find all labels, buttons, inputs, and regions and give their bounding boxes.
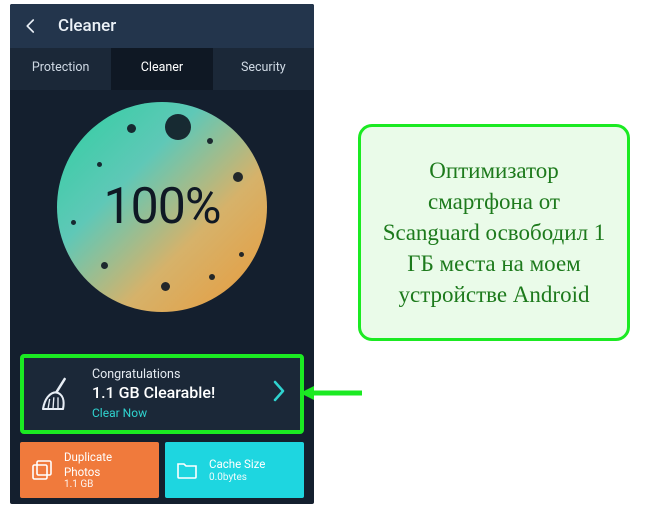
speck-icon: [97, 162, 102, 167]
result-congrats: Congratulations: [92, 367, 272, 383]
speck-icon: [161, 282, 170, 291]
clear-now-link[interactable]: Clear Now: [92, 406, 272, 422]
app-title: Cleaner: [58, 16, 116, 36]
speck-icon: [209, 274, 215, 280]
tab-protection[interactable]: Protection: [10, 48, 111, 90]
bottom-tiles: Duplicate Photos 1.1 GB Cache Size 0.0by…: [20, 442, 304, 498]
tile-duplicate-photos[interactable]: Duplicate Photos 1.1 GB: [20, 442, 159, 498]
speck-icon: [207, 138, 213, 144]
tile-value: 1.1 GB: [64, 479, 149, 490]
tile-cache-size[interactable]: Cache Size 0.0bytes: [165, 442, 304, 498]
speck-icon: [71, 220, 76, 225]
tile-label: Cache Size: [209, 457, 265, 471]
tab-security[interactable]: Security: [213, 48, 314, 90]
tab-bar: Protection Cleaner Security: [10, 48, 314, 90]
result-text: Congratulations 1.1 GB Clearable! Clear …: [92, 367, 272, 422]
result-amount: 1.1 GB Clearable!: [92, 383, 272, 404]
app-bar: Cleaner: [10, 4, 314, 48]
tile-label: Duplicate Photos: [64, 450, 149, 479]
speck-icon: [165, 114, 191, 140]
progress-dial: 100%: [57, 102, 267, 312]
tab-cleaner[interactable]: Cleaner: [111, 48, 212, 90]
speck-icon: [127, 124, 136, 133]
cache-folder-icon: [175, 458, 199, 482]
chevron-right-icon[interactable]: [272, 380, 286, 408]
phone-frame: Cleaner Protection Cleaner Security 100%: [10, 4, 314, 504]
annotation-callout: Оптимизатор смартфона от Scanguard освоб…: [358, 124, 630, 341]
cleaner-dial-area: 100%: [10, 90, 314, 356]
broom-icon: [38, 374, 78, 414]
back-icon[interactable]: [22, 17, 40, 35]
duplicate-photos-icon: [30, 458, 54, 482]
speck-icon: [239, 252, 244, 257]
annotation-arrow-icon: [300, 384, 364, 402]
speck-icon: [101, 262, 108, 269]
tile-value: 0.0bytes: [209, 472, 265, 483]
speck-icon: [233, 172, 243, 182]
progress-percent: 100%: [104, 178, 221, 236]
clearable-result-card[interactable]: Congratulations 1.1 GB Clearable! Clear …: [20, 354, 304, 434]
